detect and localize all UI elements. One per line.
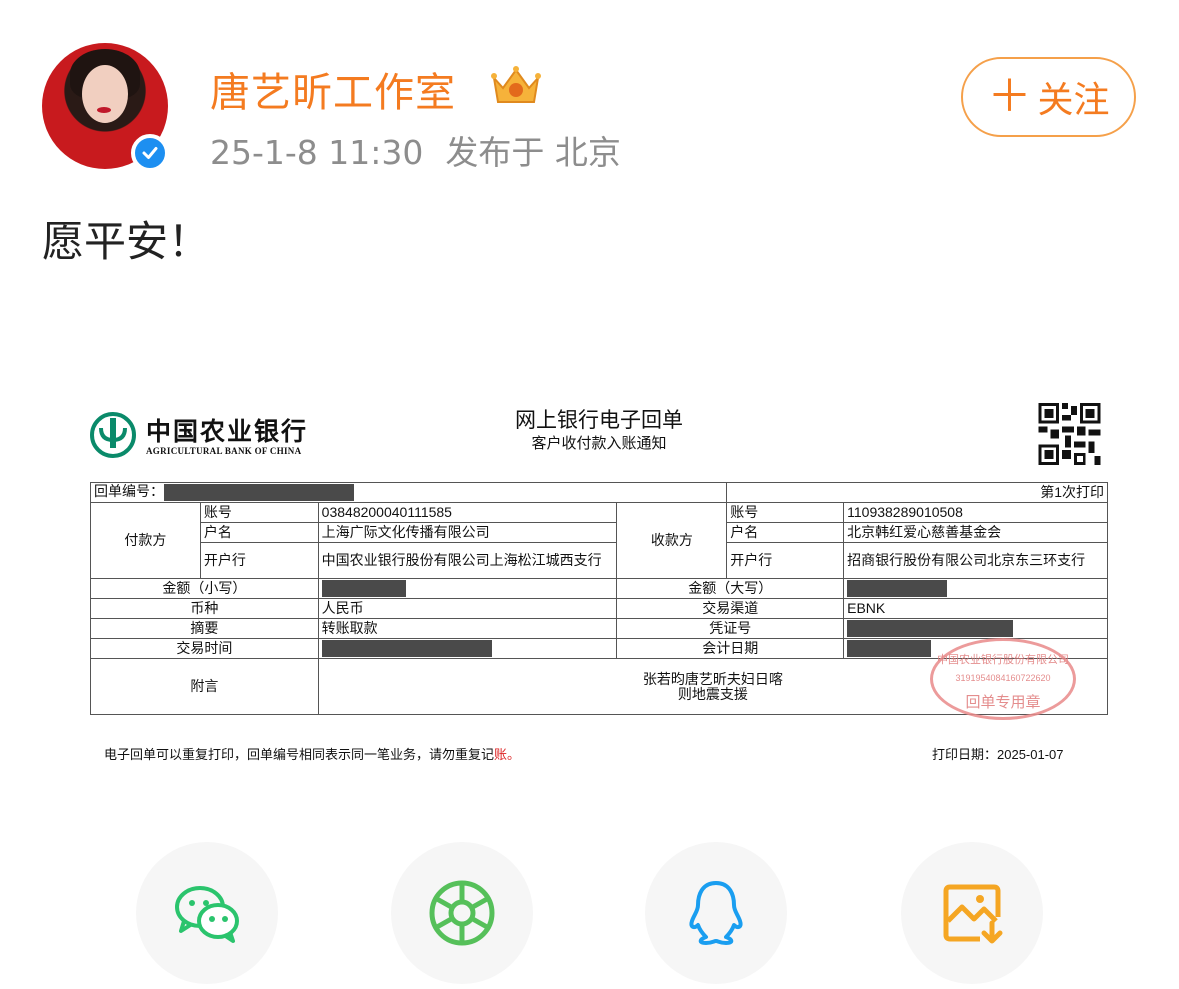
payee-bank-label: 开户行: [726, 542, 845, 579]
payer-account: 03848200040111585: [317, 502, 618, 523]
follow-label: 关注: [1037, 80, 1110, 121]
time-cell: [317, 638, 618, 659]
payee-account-label: 账号: [726, 502, 845, 523]
receipt-number-label: 回单编号：: [94, 483, 164, 500]
amount-big-label: 金额（大写）: [616, 578, 845, 599]
stamp-line-2: 3191954084160722620: [955, 673, 1051, 683]
redacted-block: [321, 580, 406, 597]
payer-label: 付款方: [90, 502, 201, 579]
payer-name: 上海广际文化传播有限公司: [317, 522, 618, 543]
share-save-image-button[interactable]: [901, 842, 1043, 984]
username[interactable]: 唐艺昕工作室: [210, 60, 456, 118]
amount-big-cell: [843, 578, 1108, 599]
amount-small-label: 金额（小写）: [90, 578, 319, 599]
print-date: 打印日期：2025-01-07: [932, 747, 1064, 762]
summary-label: 摘要: [90, 618, 319, 639]
receipt-footer-note: 电子回单可以重复打印，回单编号相同表示同一笔业务，请勿重复记账。: [104, 744, 520, 763]
currency-value: 人民币: [317, 598, 618, 619]
redacted-block: [847, 580, 948, 597]
stamp-line-3: 回单专用章: [965, 694, 1041, 711]
voucher-label: 凭证号: [616, 618, 845, 639]
receipt-title: 网上银行电子回单: [515, 409, 683, 432]
plus-icon: ＋: [987, 71, 1032, 122]
summary-value: 转账取款: [317, 618, 618, 639]
payer-bank: 中国农业银行股份有限公司上海松江城西支行: [317, 542, 618, 579]
stamp-line-1: 中国农业银行股份有限公司: [937, 654, 1069, 666]
receipt-stamp: 中国农业银行股份有限公司 3191954084160722620 回单专用章: [930, 638, 1076, 720]
moments-icon: [429, 880, 495, 946]
share-moments-button[interactable]: [391, 842, 533, 984]
amount-small-cell: [317, 578, 618, 599]
post-meta: 25-1-8 11:30 发布于 北京: [210, 126, 621, 174]
print-count: 第1次打印: [726, 482, 1108, 503]
payee-account: 110938289010508: [843, 502, 1108, 523]
avatar-lips: [97, 107, 111, 113]
post-date: 25-1-8 11:30: [210, 133, 424, 172]
accounting-date-label: 会计日期: [616, 638, 845, 659]
payer-account-label: 账号: [199, 502, 319, 523]
save-image-icon: [943, 884, 1003, 944]
payee-label: 收款方: [616, 502, 728, 579]
payer-bank-label: 开户行: [199, 542, 319, 579]
qq-icon: [689, 881, 743, 945]
redacted-block: [164, 484, 354, 501]
bank-receipt-image[interactable]: 中国农业银行 AGRICULTURAL BANK OF CHINA 网上银行电子…: [88, 396, 1110, 776]
wechat-icon: [175, 886, 239, 943]
post-location: 发布于 北京: [445, 133, 621, 172]
avatar-face: [82, 65, 128, 123]
time-label: 交易时间: [90, 638, 319, 659]
share-qq-button[interactable]: [645, 842, 787, 984]
channel-label: 交易渠道: [616, 598, 845, 619]
channel-value: EBNK: [843, 598, 1108, 619]
post-text: 愿平安！: [42, 217, 211, 266]
receipt-number-cell: 回单编号：: [89, 482, 728, 503]
currency-label: 币种: [90, 598, 319, 619]
qr-code-icon: [1038, 403, 1101, 465]
note-label: 附言: [90, 658, 319, 715]
share-wechat-button[interactable]: [136, 842, 278, 984]
redacted-block: [847, 640, 932, 657]
crown-badge-icon: [491, 66, 541, 103]
footer-note-end: 账。: [494, 747, 521, 762]
footer-note-text: 电子回单可以重复打印，回单编号相同表示同一笔业务，请勿重复记: [104, 747, 495, 762]
payee-name: 北京韩红爱心慈善基金会: [843, 522, 1108, 543]
payee-name-label: 户名: [726, 522, 845, 543]
payer-name-label: 户名: [199, 522, 319, 543]
redacted-block: [321, 640, 492, 657]
redacted-block: [847, 620, 1014, 637]
verified-badge-icon: [131, 134, 169, 172]
payee-bank: 招商银行股份有限公司北京东三环支行: [843, 542, 1108, 579]
receipt-subtitle: 客户收付款入账通知: [531, 435, 667, 452]
voucher-cell: [843, 618, 1108, 639]
follow-button[interactable]: ＋ 关注: [961, 57, 1136, 137]
